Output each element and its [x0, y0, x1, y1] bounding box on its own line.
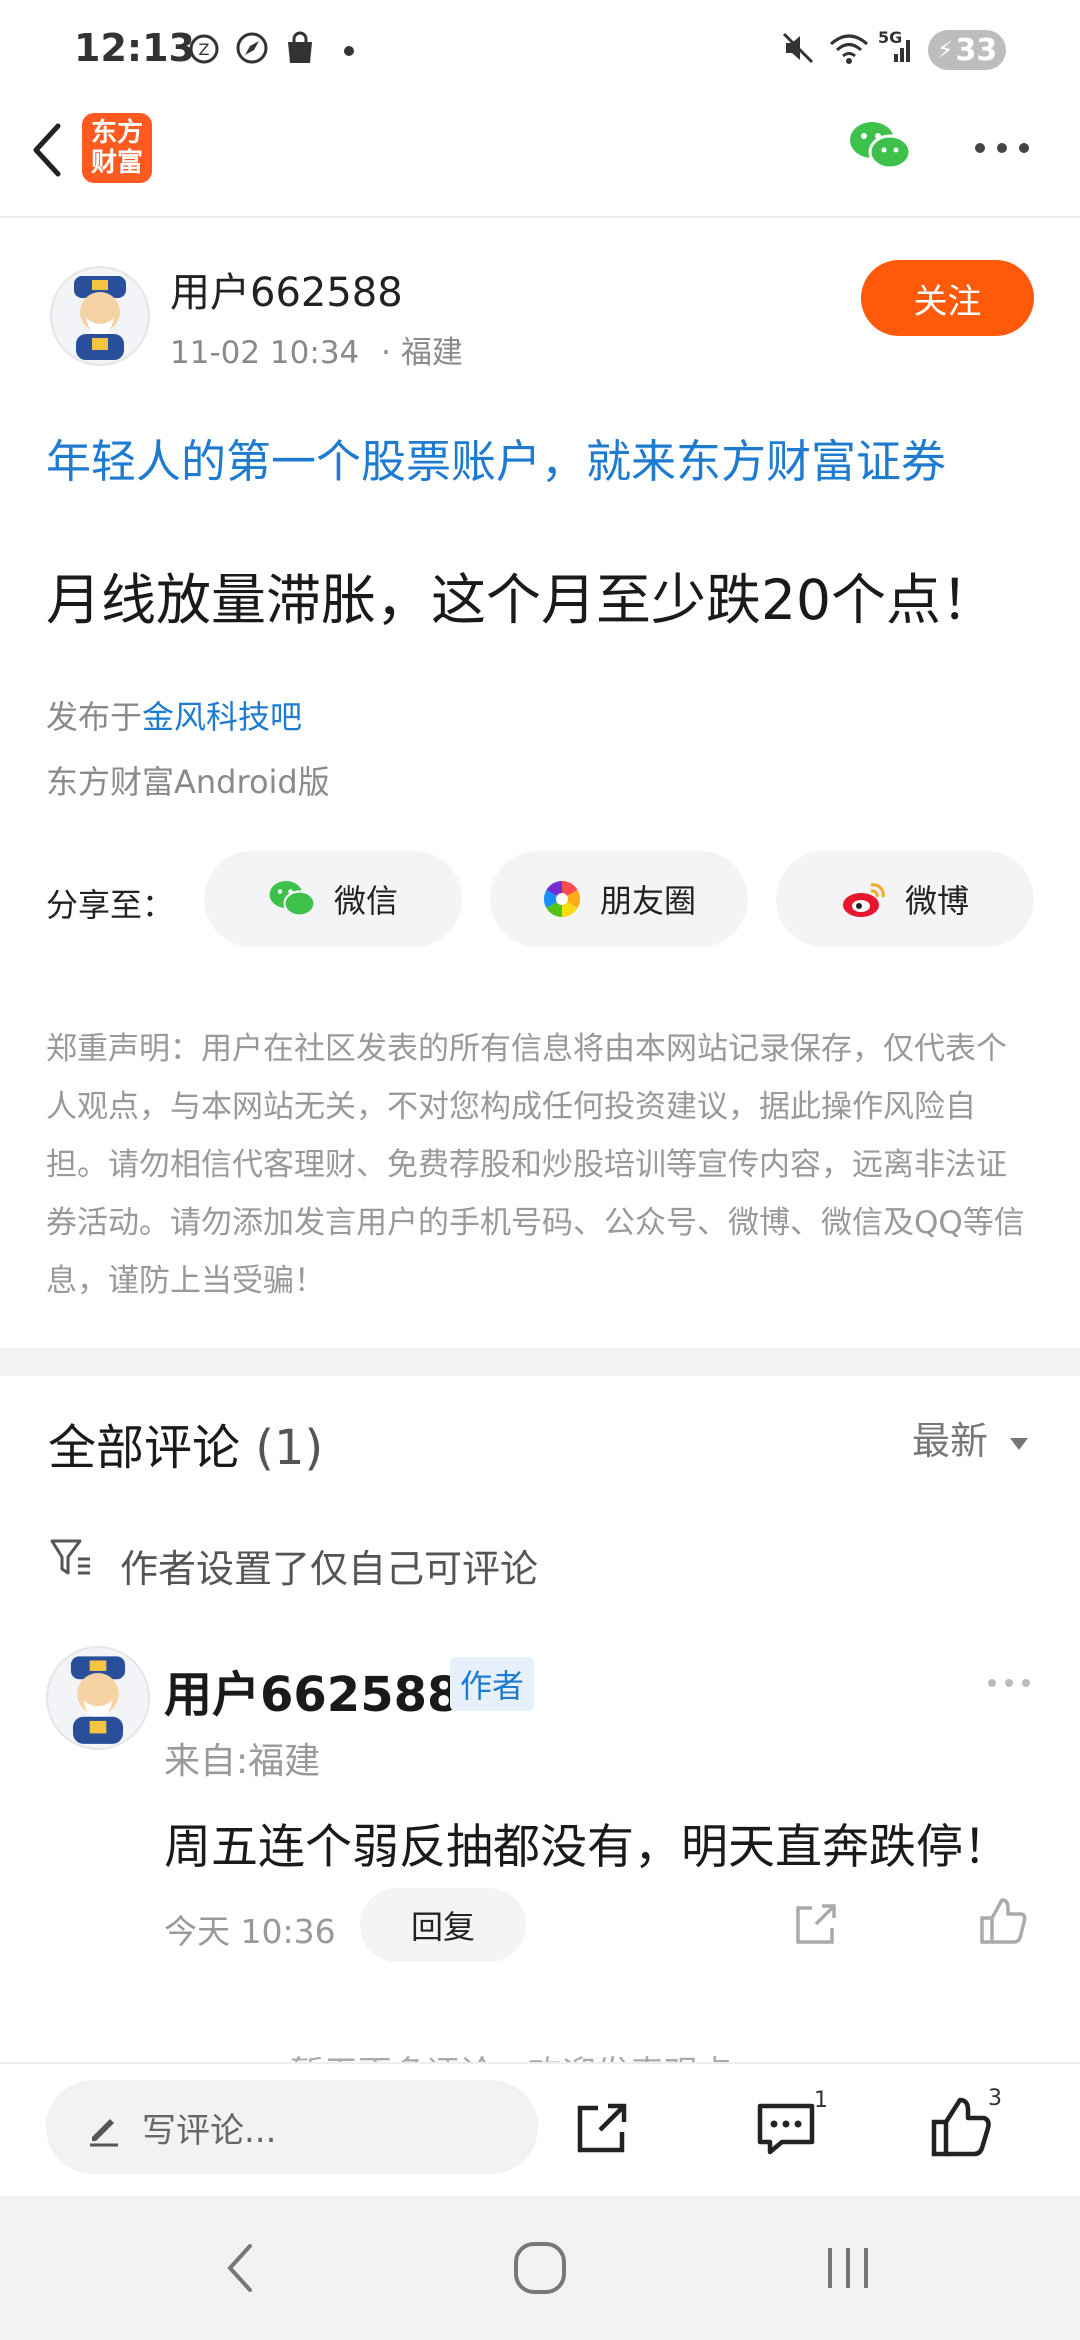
published-prefix: 发布于 — [46, 698, 143, 736]
section-divider — [0, 1348, 1080, 1376]
wechat-icon — [269, 881, 316, 917]
post-meta: 11-02 10:34 · 福建 — [170, 327, 463, 372]
share-wechat-button[interactable]: 微信 — [204, 851, 462, 947]
sort-label: 最新 — [912, 1419, 989, 1463]
wifi-icon — [830, 34, 868, 64]
thumbs-up-icon[interactable] — [978, 1896, 1028, 1946]
pencil-icon — [90, 2119, 118, 2147]
write-comment-placeholder: 写评论... — [142, 2110, 277, 2151]
thumbs-up-icon[interactable] — [930, 2096, 992, 2158]
author-badge: 作者 — [450, 1657, 535, 1711]
caret-down-icon — [1010, 1437, 1029, 1450]
comment-icon[interactable] — [756, 2100, 816, 2156]
share-moments-label: 朋友圈 — [599, 882, 696, 920]
comments-count: (1) — [255, 1420, 324, 1476]
system-nav-bar — [0, 2196, 1080, 2340]
notification-dot-icon — [344, 46, 354, 56]
sort-dropdown[interactable]: 最新 — [912, 1410, 1030, 1465]
compass-icon — [236, 32, 268, 64]
system-back-icon[interactable] — [220, 2240, 260, 2296]
write-comment-input[interactable]: 写评论... — [46, 2080, 538, 2174]
wechat-icon[interactable] — [848, 118, 912, 174]
forum-link[interactable]: 金风科技吧 — [142, 698, 302, 736]
system-recents-icon[interactable] — [820, 2240, 876, 2296]
like-count-badge: 3 — [988, 2086, 1002, 2111]
comments-header: 全部评论 (1) — [48, 1408, 323, 1478]
weibo-icon — [842, 883, 885, 917]
app-logo: 东方 财富 — [82, 113, 152, 183]
more-horizontal-icon[interactable] — [974, 140, 1030, 156]
share-icon[interactable] — [574, 2100, 630, 2156]
shopping-bag-icon — [288, 31, 312, 63]
post-date: 11-02 10:34 — [170, 335, 360, 371]
battery-icon: ⚡ 33 — [928, 30, 1006, 70]
comment-count-badge: 1 — [814, 2088, 828, 2113]
signal-icon — [894, 40, 910, 62]
commenter-name[interactable]: 用户662588 — [164, 1655, 460, 1725]
share-icon[interactable] — [792, 1900, 840, 1948]
top-nav-bar: 东方 财富 — [0, 100, 1080, 218]
system-home-icon[interactable] — [512, 2240, 568, 2296]
share-weibo-label: 微博 — [904, 882, 969, 920]
share-weibo-button[interactable]: 微博 — [776, 851, 1034, 947]
author-avatar[interactable] — [50, 266, 150, 366]
status-bar: 12:13 Z 5G ⚡ 33 — [0, 0, 1080, 100]
author-name[interactable]: 用户662588 — [170, 260, 403, 318]
mute-icon — [782, 32, 814, 64]
comment-restriction-notice: 作者设置了仅自己可评论 — [120, 1547, 539, 1591]
moments-icon — [543, 881, 580, 917]
promo-link[interactable]: 年轻人的第一个股票账户，就来东方财富证券 — [46, 425, 946, 490]
comment-location: 来自:福建 — [164, 1741, 321, 1782]
share-moments-button[interactable]: 朋友圈 — [490, 851, 748, 947]
chevron-left-icon[interactable] — [22, 118, 70, 182]
share-wechat-label: 微信 — [333, 882, 398, 920]
comment-more-icon[interactable] — [986, 1676, 1032, 1690]
svg-text:Z: Z — [199, 40, 210, 59]
status-time: 12:13 — [74, 26, 195, 70]
logo-line-2: 财富 — [90, 148, 143, 178]
follow-button[interactable]: 关注 — [861, 260, 1034, 336]
published-in: 发布于金风科技吧 — [46, 692, 302, 738]
post-title: 月线放量滞胀，这个月至少跌20个点！ — [46, 568, 996, 632]
filter-icon — [50, 1539, 90, 1575]
post-location: · 福建 — [381, 335, 463, 371]
comment-time: 今天 10:36 — [164, 1912, 336, 1951]
battery-level: 33 — [955, 32, 998, 68]
logo-line-1: 东方 — [90, 118, 143, 148]
alarm-icon: Z — [189, 34, 219, 64]
post-source: 东方财富Android版 — [46, 763, 330, 801]
reply-button[interactable]: 回复 — [360, 1888, 526, 1962]
comments-title: 全部评论 — [48, 1420, 241, 1476]
disclaimer-text: 郑重声明：用户在社区发表的所有信息将由本网站记录保存，仅代表个人观点，与本网站无… — [46, 1031, 1025, 1299]
commenter-avatar[interactable] — [46, 1646, 150, 1750]
share-label: 分享至： — [46, 886, 175, 924]
comment-text: 周五连个弱反抽都没有，明天直奔跌停！ — [164, 1820, 1010, 1875]
